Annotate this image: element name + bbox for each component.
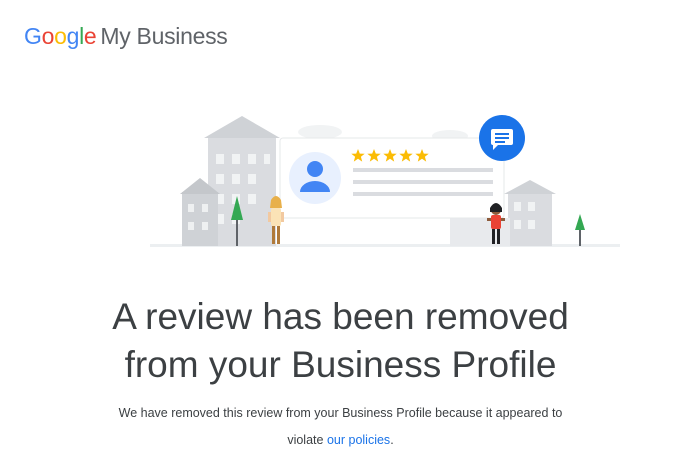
logo-product-name: My Business xyxy=(100,23,228,49)
title-line: A review has been removed xyxy=(112,296,569,337)
logo-letter: G xyxy=(24,23,42,49)
policies-link[interactable]: our policies xyxy=(327,433,390,447)
review-card-icon xyxy=(279,137,505,219)
logo-letter: o xyxy=(54,23,67,49)
building-right-icon xyxy=(504,180,556,246)
review-illustration xyxy=(150,115,620,247)
title-line: from your Business Profile xyxy=(124,344,557,385)
page-title: A review has been removed from your Busi… xyxy=(0,293,681,389)
body-message: We have removed this review from your Bu… xyxy=(0,400,681,454)
logo-letter: g xyxy=(66,23,80,49)
body-suffix: . xyxy=(390,433,394,447)
body-prefix: violate xyxy=(287,433,324,447)
body-line: violate our policies. xyxy=(0,427,681,454)
logo-letter: e xyxy=(83,23,97,49)
email-page: Google My Business A review has been rem… xyxy=(0,0,681,472)
cloud-icon xyxy=(298,125,342,139)
google-my-business-logo[interactable]: Google My Business xyxy=(24,22,228,50)
tree-icon xyxy=(575,214,585,246)
chat-bubble-icon xyxy=(479,115,525,161)
logo-letter: o xyxy=(41,23,55,49)
body-line: We have removed this review from your Bu… xyxy=(118,406,563,420)
